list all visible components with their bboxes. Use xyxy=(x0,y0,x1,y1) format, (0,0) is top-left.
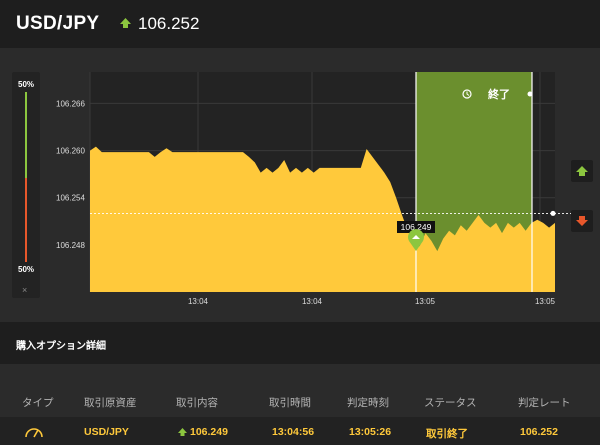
end-label: 終了 xyxy=(488,87,510,101)
up-arrow-icon xyxy=(120,18,131,28)
x-tick-label: 13:04 xyxy=(302,297,323,306)
gauge-icon xyxy=(25,428,43,438)
cell-content: 106.249 xyxy=(190,426,228,438)
section-header: 購入オプション詳細 xyxy=(0,322,600,364)
cell-asset: USD/JPY xyxy=(84,426,129,438)
cell-rate: 106.252 xyxy=(520,426,558,438)
price-chart: 106.266 106.260 106.254 106.248 13:04 13:04 13… xyxy=(56,72,580,306)
y-tick-label: 106.248 xyxy=(56,241,85,250)
meter-up-bar xyxy=(25,92,27,178)
table-row[interactable]: USD/JPY 106.249 13:04:56 13:05:26 取引終了 1… xyxy=(0,417,600,445)
col-header-status: ステータス xyxy=(424,397,477,409)
x-tick-label: 13:05 xyxy=(415,297,436,306)
currency-pair: USD/JPY xyxy=(16,13,100,34)
app-header: USD/JPY 106.252 xyxy=(0,0,600,48)
sentiment-meter: 50% 50% × xyxy=(12,72,40,298)
cell-judge-time: 13:05:26 xyxy=(349,426,392,438)
y-tick-label: 106.266 xyxy=(56,99,85,108)
up-arrow-icon xyxy=(576,166,588,176)
down-arrow-icon xyxy=(576,216,588,226)
col-header-trade-time: 取引時間 xyxy=(269,397,311,409)
high-button[interactable] xyxy=(571,160,593,182)
col-header-judge-time: 判定時刻 xyxy=(347,397,389,409)
low-button[interactable] xyxy=(571,210,593,232)
y-tick-label: 106.260 xyxy=(56,147,85,156)
x-tick-label: 13:04 xyxy=(188,297,209,306)
meter-down-bar xyxy=(25,178,27,262)
chart-panel: 106.266 106.260 106.254 106.248 13:04 13:04 13… xyxy=(0,48,600,322)
cell-trade-time: 13:04:56 xyxy=(272,426,315,438)
current-price: 106.252 xyxy=(138,14,200,33)
section-title: 購入オプション詳細 xyxy=(16,341,106,352)
current-price-dot xyxy=(550,210,556,216)
options-table: タイプ 取引原資産 取引内容 取引時間 判定時刻 ステータス 判定レート USD… xyxy=(0,364,600,445)
window-dot xyxy=(527,91,533,97)
cell-status: 取引終了 xyxy=(426,428,468,440)
up-arrow-icon xyxy=(178,428,187,436)
meter-close-button[interactable]: × xyxy=(22,285,27,295)
col-header-asset: 取引原資産 xyxy=(84,397,137,409)
x-tick-label: 13:05 xyxy=(535,297,556,306)
col-header-rate: 判定レート xyxy=(518,397,571,409)
meter-top-label: 50% xyxy=(18,80,35,89)
col-header-content: 取引内容 xyxy=(176,397,218,409)
y-tick-label: 106.254 xyxy=(56,194,85,203)
col-header-type: タイプ xyxy=(22,397,54,409)
meter-bottom-label: 50% xyxy=(18,265,35,274)
